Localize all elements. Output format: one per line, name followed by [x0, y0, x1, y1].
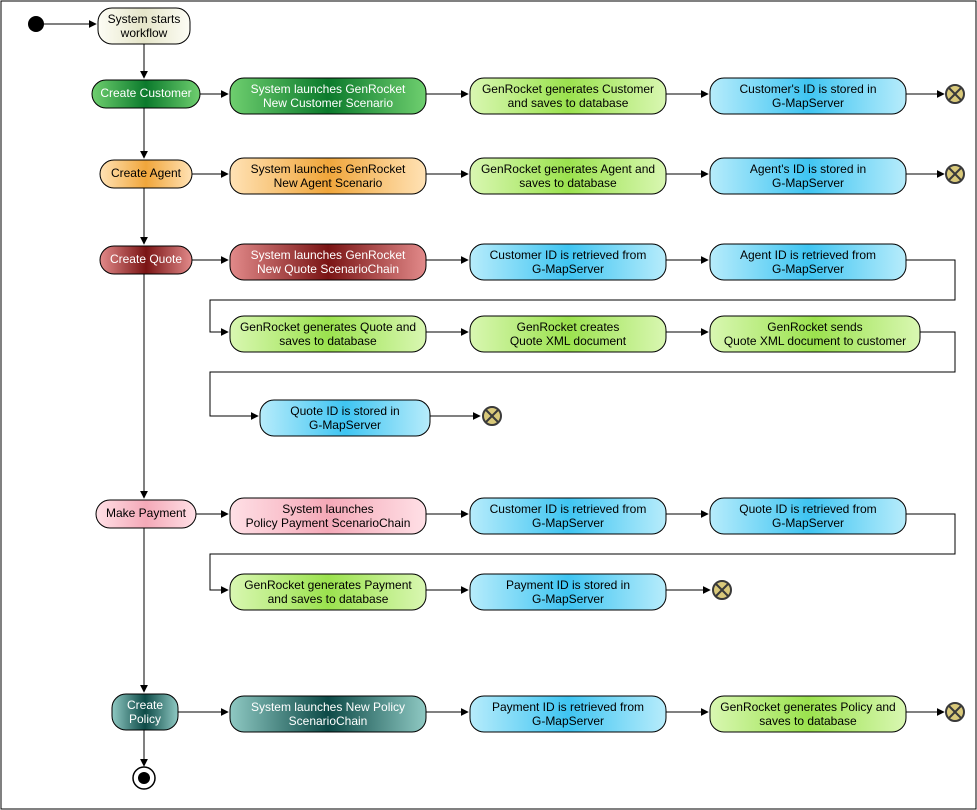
node-payment-step1: System launchesPolicy Payment ScenarioCh…	[230, 498, 426, 534]
node-start: System startsworkflow System starts work…	[98, 8, 190, 44]
node-policy-step3: GenRocket generates Policy andsaves to d…	[710, 696, 906, 732]
node-quote-step1: System launches GenRocketNew Quote Scena…	[230, 244, 426, 280]
node-create-customer: Create Customer	[92, 80, 200, 108]
node-payment-step3: Quote ID is retrieved fromG-MapServer Qu…	[710, 498, 906, 534]
node-create-agent: Create Agent	[100, 160, 192, 188]
node-agent-step3: Agent's ID is stored inG-MapServer Agent…	[710, 158, 906, 194]
node-payment-step5: Payment ID is stored inG-MapServer Payme…	[470, 574, 666, 610]
node-quote-step3: Agent ID is retrieved fromG-MapServer Ag…	[710, 244, 906, 280]
node-policy-step2: Payment ID is retrieved fromG-MapServer …	[470, 696, 666, 732]
flow-final-icon	[946, 703, 964, 721]
svg-text:Create Customer: Create Customer	[100, 86, 191, 100]
node-payment-step2: Customer ID is retrieved fromG-MapServer…	[470, 498, 666, 534]
svg-text:Create Agent: Create Agent	[111, 166, 182, 180]
node-create-quote: Create Quote	[100, 246, 192, 274]
node-quote-step4: GenRocket generates Quote andsaves to da…	[230, 316, 426, 352]
node-quote-step7: Quote ID is stored inG-MapServer Quote I…	[260, 400, 430, 436]
svg-text:GenRocket generates Customeran: GenRocket generates Customerand saves to…	[482, 82, 654, 110]
node-payment-step4: GenRocket generates Paymentand saves to …	[230, 574, 426, 610]
node-agent-step2: GenRocket generates Agent andsaves to da…	[470, 158, 666, 194]
svg-text:Make Payment: Make Payment	[106, 506, 187, 520]
node-quote-step5: GenRocket createsQuote XML document GenR…	[470, 316, 666, 352]
node-quote-step2: Customer ID is retrieved fromG-MapServer…	[470, 244, 666, 280]
workflow-diagram: System startsworkflow System starts work…	[0, 0, 977, 810]
node-customer-step1: System launches GenRocketNew Customer Sc…	[230, 78, 426, 114]
node-policy-step1: System launches New PolicyScenarioChain …	[230, 696, 426, 732]
flow-final-icon	[946, 165, 964, 183]
svg-text:GenRocket createsQuote XML doc: GenRocket createsQuote XML document	[510, 320, 627, 348]
node-customer-step2: GenRocket generates Customerand saves to…	[470, 78, 666, 114]
initial-node-icon	[28, 16, 44, 32]
flow-final-icon	[713, 581, 731, 599]
node-customer-step3: Customer's ID is stored inG-MapServer Cu…	[710, 78, 906, 114]
node-agent-step1: System launches GenRocketNew Agent Scena…	[230, 158, 426, 194]
svg-text:System launches GenRocketNew C: System launches GenRocketNew Customer Sc…	[251, 82, 406, 110]
svg-text:System launches GenRocketNew Q: System launches GenRocketNew Quote Scena…	[251, 248, 406, 276]
node-quote-step6: GenRocket sendsQuote XML document to cus…	[710, 316, 920, 352]
node-make-payment: Make Payment	[96, 500, 196, 528]
svg-text:Create Quote: Create Quote	[110, 252, 182, 266]
flow-final-icon	[946, 85, 964, 103]
flow-final-icon	[483, 407, 501, 425]
svg-text:CreatePolicy: CreatePolicy	[127, 698, 163, 726]
svg-text:GenRocket generates Paymentand: GenRocket generates Paymentand saves to …	[244, 578, 412, 606]
activity-final-icon	[133, 767, 155, 789]
node-create-policy: CreatePolicy Create Policy	[112, 694, 178, 730]
